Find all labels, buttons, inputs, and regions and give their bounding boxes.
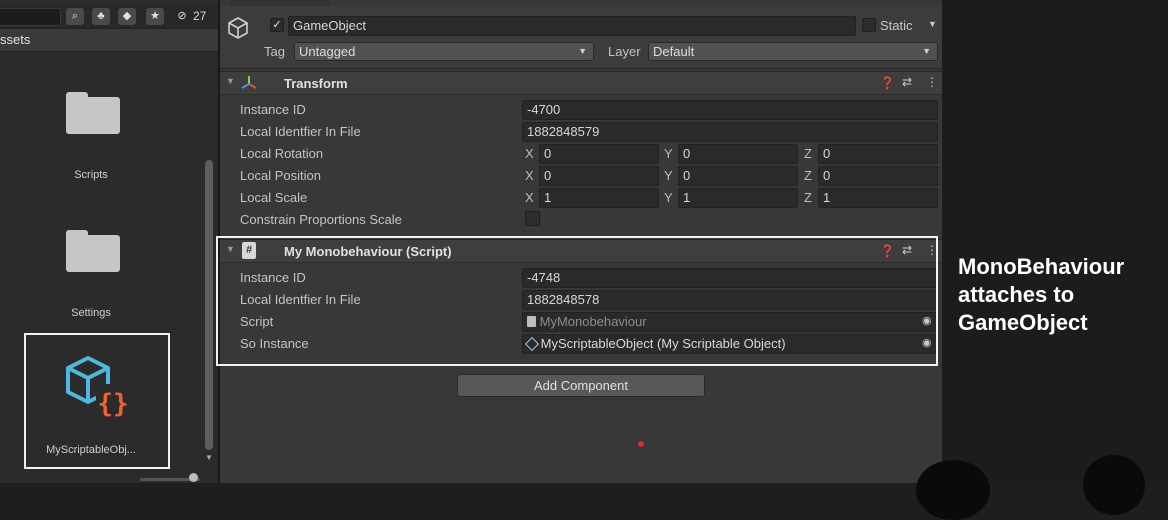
position-x-field[interactable]: 0: [539, 166, 659, 186]
x-axis-label: X: [525, 190, 534, 205]
chevron-down-icon: ▼: [578, 46, 587, 56]
folder-label-scripts[interactable]: Scripts: [31, 169, 151, 181]
layer-value: Default: [653, 44, 695, 59]
svg-text:{}: {}: [97, 389, 128, 419]
icon-size-slider-knob[interactable]: [189, 473, 198, 482]
annotation-line: attaches to: [958, 282, 1075, 307]
folder-icon[interactable]: [66, 230, 120, 272]
tag-label: Tag: [264, 44, 285, 59]
assets-header: [0, 28, 218, 52]
scale-x-field[interactable]: 1: [539, 188, 659, 208]
position-y-field[interactable]: 0: [678, 166, 798, 186]
y-axis-label: Y: [664, 190, 673, 205]
folder-icon[interactable]: [66, 92, 120, 134]
scale-y-field[interactable]: 1: [678, 188, 798, 208]
tag-value: Untagged: [299, 44, 356, 59]
transform-title: Transform: [284, 76, 348, 91]
scroll-down-icon[interactable]: ▼: [205, 453, 213, 462]
static-label: Static: [880, 18, 913, 33]
folder-label-settings[interactable]: Settings: [31, 307, 151, 319]
layer-label: Layer: [608, 44, 641, 59]
static-dropdown-icon[interactable]: ▼: [928, 19, 937, 29]
add-component-button[interactable]: Add Component: [457, 374, 705, 397]
instance-id-field[interactable]: -4700: [522, 100, 938, 120]
favorite-star-icon[interactable]: ★: [146, 8, 164, 25]
z-axis-label: Z: [804, 146, 812, 161]
gameobject-active-checkbox[interactable]: ✓: [270, 18, 284, 32]
assets-breadcrumb[interactable]: ssets: [0, 32, 30, 47]
annotation-line: MonoBehaviour: [958, 254, 1125, 279]
position-z-field[interactable]: 0: [818, 166, 938, 186]
project-scrollbar-thumb[interactable]: [205, 160, 213, 450]
project-search-input[interactable]: [0, 8, 61, 26]
y-axis-label: Y: [664, 146, 673, 161]
tag-dropdown[interactable]: Untagged ▼: [294, 42, 594, 61]
x-axis-label: X: [525, 146, 534, 161]
static-checkbox[interactable]: [862, 18, 876, 32]
annotation-line: GameObject: [958, 310, 1088, 335]
prop-label: Local Identfier In File: [240, 124, 361, 139]
z-axis-label: Z: [804, 168, 812, 183]
prop-label: Local Position: [240, 168, 321, 183]
hidden-count: 27: [193, 9, 207, 23]
rotation-x-field[interactable]: 0: [539, 144, 659, 164]
person-silhouette: [916, 460, 990, 520]
gameobject-name-field[interactable]: GameObject: [288, 16, 856, 36]
kebab-menu-icon[interactable]: ⋮: [926, 75, 938, 89]
layer-dropdown[interactable]: Default ▼: [648, 42, 938, 61]
search-by-type-icon[interactable]: ⌕: [66, 8, 84, 25]
prop-label: Instance ID: [240, 102, 306, 117]
hidden-eye-icon[interactable]: ⊘: [174, 8, 190, 25]
rotation-y-field[interactable]: 0: [678, 144, 798, 164]
foldout-arrow-icon[interactable]: ▼: [226, 76, 235, 86]
prop-label: Constrain Proportions Scale: [240, 212, 402, 227]
asset-label-scriptable-object[interactable]: MyScriptableObj...: [31, 444, 151, 456]
search-by-label-icon[interactable]: ♣: [92, 8, 110, 25]
scriptable-object-icon[interactable]: {}: [62, 354, 134, 422]
prop-label: Local Scale: [240, 190, 308, 205]
x-axis-label: X: [525, 168, 534, 183]
tag-icon[interactable]: ◆: [118, 8, 136, 25]
script-component-highlight: [216, 236, 938, 366]
transform-axes-icon: [240, 74, 258, 92]
presets-icon[interactable]: ⇄: [902, 75, 912, 89]
scale-z-field[interactable]: 1: [818, 188, 938, 208]
person-silhouette: [1083, 455, 1145, 515]
gameobject-cube-icon: [226, 16, 250, 40]
local-identifier-field[interactable]: 1882848579: [522, 122, 938, 142]
annotation-area: [942, 0, 1168, 483]
chevron-down-icon: ▼: [922, 46, 931, 56]
cursor-dot: [638, 441, 644, 447]
help-icon[interactable]: ❓: [880, 76, 895, 90]
rotation-z-field[interactable]: 0: [818, 144, 938, 164]
prop-label: Local Rotation: [240, 146, 324, 161]
z-axis-label: Z: [804, 190, 812, 205]
y-axis-label: Y: [664, 168, 673, 183]
constrain-proportions-checkbox[interactable]: [525, 211, 540, 226]
